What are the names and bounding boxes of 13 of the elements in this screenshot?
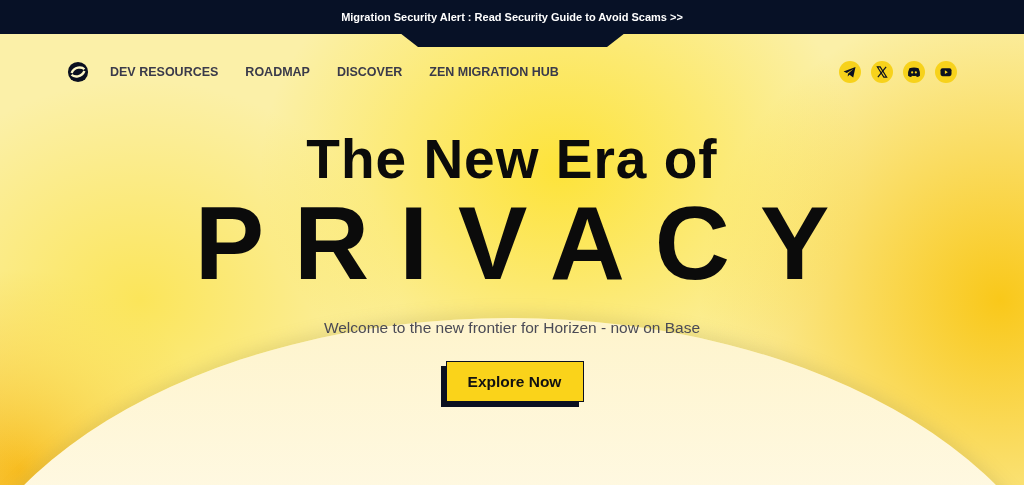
youtube-icon[interactable] [935, 60, 957, 83]
discord-icon[interactable] [903, 60, 925, 83]
hero-title: The New Era of [306, 129, 718, 189]
x-logo-icon[interactable] [871, 60, 893, 83]
nav-link[interactable]: DISCOVER [336, 64, 403, 79]
telegram-icon[interactable] [839, 60, 861, 83]
hero-subtitle: Welcome to the new frontier for Horizen - now on Base [323, 319, 701, 337]
hero-headline: PRIVACY [194, 193, 860, 293]
nav-link[interactable]: ZEN MIGRATION HUB [429, 64, 559, 79]
nav-link[interactable]: DEV RESOURCES [110, 64, 219, 79]
logo-icon[interactable] [67, 60, 89, 83]
nav-link[interactable]: ROADMAP [245, 64, 310, 79]
alert-link[interactable]: Migration Security Alert : Read Security Guide to Avoid Scams >> [341, 11, 683, 23]
